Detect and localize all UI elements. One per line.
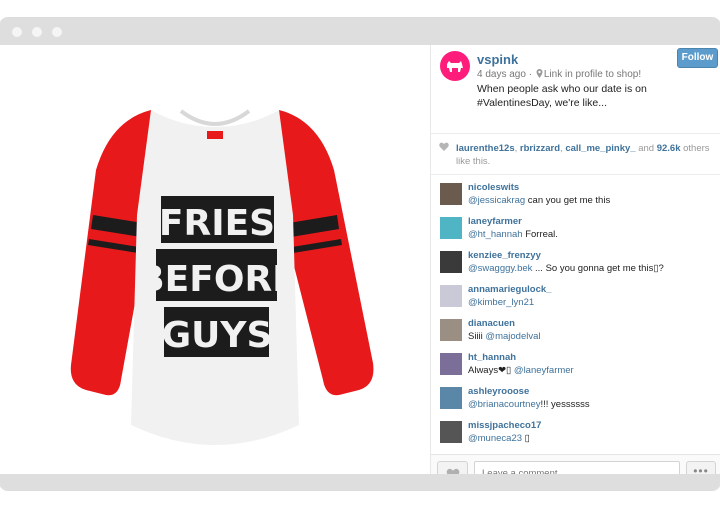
- comment-prefix: Siiii: [468, 331, 486, 342]
- comment-mention[interactable]: @jessicakrag: [468, 195, 525, 206]
- commenter-avatar[interactable]: [440, 251, 462, 273]
- comment-mention[interactable]: @majodelval: [485, 331, 540, 342]
- comment-body: can you get me this: [525, 195, 611, 206]
- shirt-line-3: GUYS: [162, 315, 273, 356]
- comment-mention[interactable]: @brianacourtney: [468, 399, 541, 410]
- commenter-avatar[interactable]: [440, 285, 462, 307]
- commenter-username[interactable]: missjpacheco17: [468, 420, 541, 431]
- comment-text: @brianacourtney!!! yessssss: [468, 399, 590, 410]
- follow-button[interactable]: Follow: [677, 48, 718, 68]
- raglan-tshirt-image: FRIES BEFORE GUYS: [70, 109, 374, 445]
- post-header: vspink 4 days ago · Link in profile to s…: [431, 45, 720, 133]
- comment-prefix: Always❤▯: [468, 365, 514, 376]
- likes-section: laurenthe12s, rbrizzard, call_me_pinky_ …: [431, 133, 720, 175]
- window-bottom-bar: [0, 474, 720, 490]
- window-titlebar: [0, 18, 720, 45]
- comment-text: @swagggy.bek ... So you gonna get me thi…: [468, 263, 664, 274]
- comment-mention[interactable]: @muneca23: [468, 433, 522, 444]
- comment-mention[interactable]: @ht_hannah: [468, 229, 523, 240]
- shirt-line-1: FRIES: [159, 203, 275, 244]
- post-username[interactable]: vspink: [477, 52, 518, 67]
- list-item: nicoleswits @jessicakrag can you get me …: [431, 180, 720, 214]
- commenter-avatar[interactable]: [440, 217, 462, 239]
- post-location[interactable]: Link in profile to shop!: [544, 69, 641, 80]
- commenter-username[interactable]: nicoleswits: [468, 182, 519, 193]
- comment-body: ▯: [522, 433, 530, 444]
- comment-text: @muneca23 ▯: [468, 433, 530, 444]
- post-time[interactable]: 4 days ago: [477, 69, 526, 80]
- likes-count[interactable]: 92.6k: [657, 143, 681, 154]
- commenter-avatar[interactable]: [440, 421, 462, 443]
- commenter-username[interactable]: annamariegulock_: [468, 284, 551, 295]
- commenter-username[interactable]: laneyfarmer: [468, 216, 522, 227]
- likes-and: and: [638, 143, 655, 154]
- list-item: kenziee_frenzyy @swagggy.bek ... So you …: [431, 248, 720, 282]
- liker-2[interactable]: rbrizzard: [520, 143, 560, 154]
- list-item: ashleyrooose @brianacourtney!!! yessssss: [431, 384, 720, 418]
- window-minimize-dot[interactable]: [32, 27, 42, 37]
- commenter-username[interactable]: ht_hannah: [468, 352, 516, 363]
- post-sidebar: vspink 4 days ago · Link in profile to s…: [430, 45, 720, 490]
- list-item: missjpacheco17 @muneca23 ▯: [431, 418, 720, 452]
- window-close-dot[interactable]: [12, 27, 22, 37]
- liker-3[interactable]: call_me_pinky_: [565, 143, 635, 154]
- comment-body: ... So you gonna get me this▯?: [532, 263, 664, 274]
- commenter-avatar[interactable]: [440, 387, 462, 409]
- commenter-avatar[interactable]: [440, 353, 462, 375]
- likes-text: laurenthe12s, rbrizzard, call_me_pinky_ …: [456, 142, 714, 168]
- commenter-username[interactable]: dianacuen: [468, 318, 515, 329]
- comment-text: Always❤▯ @laneyfarmer: [468, 365, 574, 376]
- comment-body: Forreal.: [522, 229, 558, 240]
- heart-icon: [439, 142, 449, 151]
- commenter-username[interactable]: kenziee_frenzyy: [468, 250, 541, 261]
- commenter-avatar[interactable]: [440, 319, 462, 341]
- dog-logo-icon: [447, 61, 463, 72]
- comment-mention[interactable]: @swagggy.bek: [468, 263, 532, 274]
- liker-1[interactable]: laurenthe12s: [456, 143, 515, 154]
- comment-text: @jessicakrag can you get me this: [468, 195, 610, 206]
- avatar[interactable]: [440, 51, 470, 81]
- comment-mention[interactable]: @laneyfarmer: [514, 365, 574, 376]
- comment-text: @ht_hannah Forreal.: [468, 229, 558, 240]
- post-photo: FRIES BEFORE GUYS: [1, 45, 430, 474]
- comment-body: !!! yessssss: [540, 399, 590, 410]
- comment-text: @kimber_lyn21: [468, 297, 534, 308]
- location-pin-icon: [536, 69, 543, 78]
- comment-text: Siiii @majodelval: [468, 331, 540, 342]
- shirt-label: [207, 131, 223, 139]
- browser-window: FRIES BEFORE GUYS vspink 4 days ago · Li…: [0, 18, 720, 490]
- window-zoom-dot[interactable]: [52, 27, 62, 37]
- meta-separator: ·: [528, 69, 533, 80]
- post-caption: When people ask who our date is on #Vale…: [477, 83, 647, 109]
- comment-mention[interactable]: @kimber_lyn21: [468, 297, 534, 308]
- post-meta: 4 days ago · Link in profile to shop!: [477, 69, 641, 80]
- comment-list: nicoleswits @jessicakrag can you get me …: [431, 180, 720, 452]
- list-item: ht_hannah Always❤▯ @laneyfarmer: [431, 350, 720, 384]
- commenter-avatar[interactable]: [440, 183, 462, 205]
- commenter-username[interactable]: ashleyrooose: [468, 386, 529, 397]
- shirt-line-2: BEFORE: [137, 259, 297, 300]
- list-item: dianacuen Siiii @majodelval: [431, 316, 720, 350]
- list-item: annamariegulock_ @kimber_lyn21: [431, 282, 720, 316]
- list-item: laneyfarmer @ht_hannah Forreal.: [431, 214, 720, 248]
